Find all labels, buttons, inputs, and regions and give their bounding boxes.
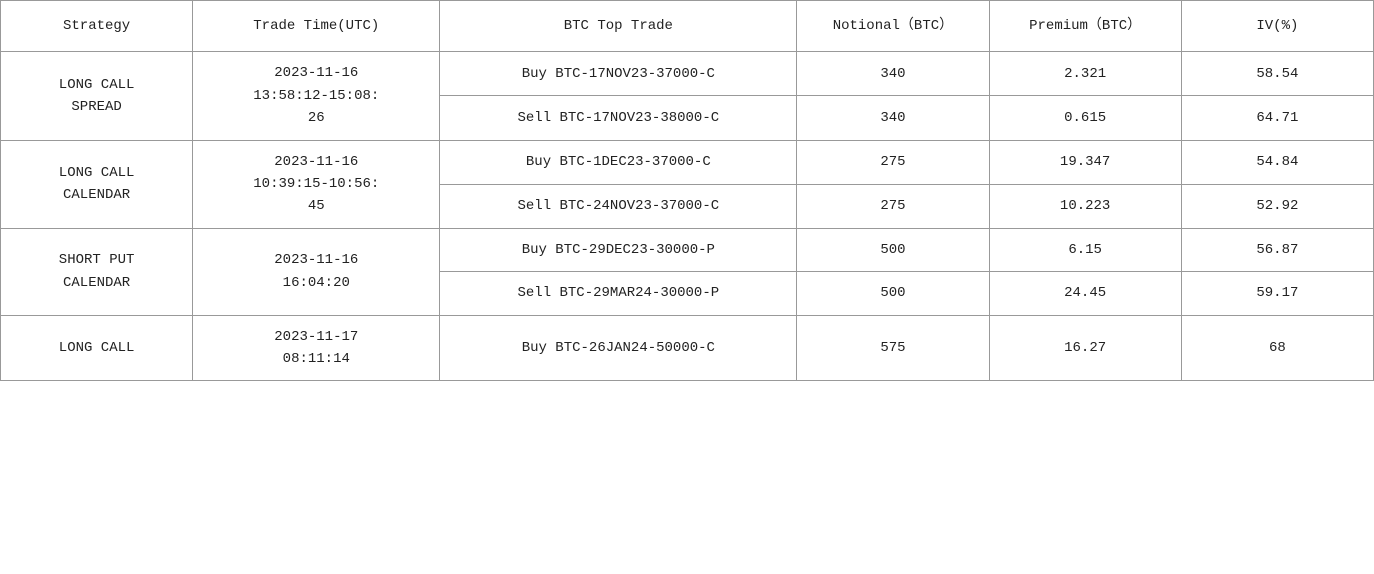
premium-cell: 10.223: [989, 184, 1181, 228]
notional-cell: 340: [797, 52, 989, 96]
header-strategy: Strategy: [1, 1, 193, 52]
premium-cell: 0.615: [989, 96, 1181, 140]
iv-cell: 56.87: [1181, 228, 1373, 271]
header-row: Strategy Trade Time(UTC) BTC Top Trade N…: [1, 1, 1374, 52]
notional-cell: 340: [797, 96, 989, 140]
trade-time-cell: 2023-11-17 08:11:14: [193, 315, 440, 381]
table-row: LONG CALL SPREAD2023-11-16 13:58:12-15:0…: [1, 52, 1374, 96]
strategy-cell: LONG CALL SPREAD: [1, 52, 193, 140]
iv-cell: 68: [1181, 315, 1373, 381]
notional-cell: 500: [797, 272, 989, 315]
trade-time-cell: 2023-11-16 10:39:15-10:56: 45: [193, 140, 440, 228]
table-row: LONG CALL CALENDAR2023-11-16 10:39:15-10…: [1, 140, 1374, 184]
btc-top-trade-cell: Sell BTC-29MAR24-30000-P: [440, 272, 797, 315]
strategy-cell: LONG CALL CALENDAR: [1, 140, 193, 228]
trade-time-cell: 2023-11-16 13:58:12-15:08: 26: [193, 52, 440, 140]
btc-top-trade-cell: Sell BTC-24NOV23-37000-C: [440, 184, 797, 228]
header-btc-top-trade: BTC Top Trade: [440, 1, 797, 52]
strategy-cell: LONG CALL: [1, 315, 193, 381]
premium-cell: 19.347: [989, 140, 1181, 184]
trade-time-cell: 2023-11-16 16:04:20: [193, 228, 440, 315]
premium-cell: 16.27: [989, 315, 1181, 381]
iv-cell: 59.17: [1181, 272, 1373, 315]
premium-cell: 24.45: [989, 272, 1181, 315]
btc-top-trade-cell: Buy BTC-29DEC23-30000-P: [440, 228, 797, 271]
strategy-cell: SHORT PUT CALENDAR: [1, 228, 193, 315]
btc-top-trade-cell: Buy BTC-17NOV23-37000-C: [440, 52, 797, 96]
iv-cell: 52.92: [1181, 184, 1373, 228]
iv-cell: 58.54: [1181, 52, 1373, 96]
notional-cell: 500: [797, 228, 989, 271]
btc-top-trade-cell: Sell BTC-17NOV23-38000-C: [440, 96, 797, 140]
notional-cell: 275: [797, 184, 989, 228]
notional-cell: 575: [797, 315, 989, 381]
iv-cell: 54.84: [1181, 140, 1373, 184]
premium-cell: 6.15: [989, 228, 1181, 271]
header-notional: Notional（BTC）: [797, 1, 989, 52]
header-trade-time: Trade Time(UTC): [193, 1, 440, 52]
trades-table: Strategy Trade Time(UTC) BTC Top Trade N…: [0, 0, 1374, 381]
main-container: Strategy Trade Time(UTC) BTC Top Trade N…: [0, 0, 1374, 574]
header-premium: Premium（BTC）: [989, 1, 1181, 52]
iv-cell: 64.71: [1181, 96, 1373, 140]
table-row: SHORT PUT CALENDAR2023-11-16 16:04:20Buy…: [1, 228, 1374, 271]
premium-cell: 2.321: [989, 52, 1181, 96]
table-row: LONG CALL2023-11-17 08:11:14Buy BTC-26JA…: [1, 315, 1374, 381]
btc-top-trade-cell: Buy BTC-1DEC23-37000-C: [440, 140, 797, 184]
header-iv: IV(%): [1181, 1, 1373, 52]
notional-cell: 275: [797, 140, 989, 184]
btc-top-trade-cell: Buy BTC-26JAN24-50000-C: [440, 315, 797, 381]
